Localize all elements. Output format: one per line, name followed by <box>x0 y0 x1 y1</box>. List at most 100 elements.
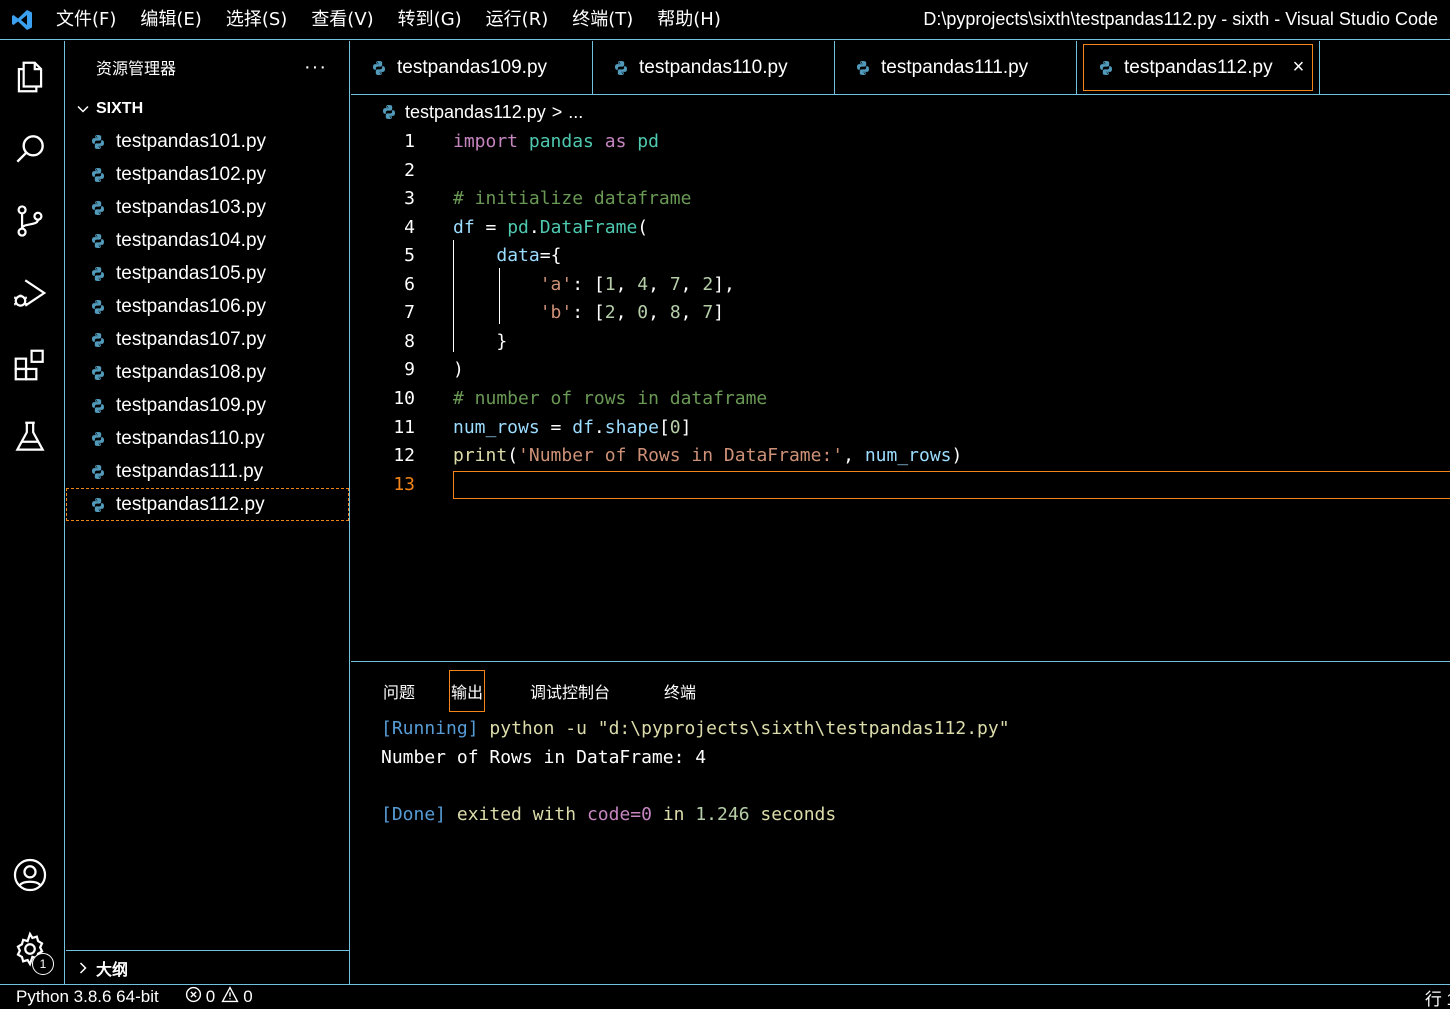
file-item[interactable]: testpandas108.py <box>66 356 349 389</box>
code-text: data={ <box>496 245 562 267</box>
file-item[interactable]: testpandas101.py <box>66 125 349 158</box>
line-number: 6 <box>404 273 415 295</box>
breadcrumb-symbol[interactable]: ... <box>568 102 583 123</box>
code-line: 3 # initialize dataframe <box>351 185 1450 213</box>
program-result: Number of Rows in DataFrame: 4 <box>381 746 707 768</box>
file-label: testpandas107.py <box>116 328 267 350</box>
run-command: python -u "d:\pyprojects\sixth\testpanda… <box>489 718 1010 739</box>
code-text: 'a': [1, 4, 7, 2], <box>539 273 735 295</box>
exit-code: code=0 <box>586 803 652 825</box>
code-text: # initialize dataframe <box>453 188 692 210</box>
python-file-icon <box>371 60 387 76</box>
search-icon[interactable] <box>8 127 52 171</box>
file-label: testpandas109.py <box>116 394 267 416</box>
line-number: 8 <box>404 330 415 352</box>
menu-edit[interactable]: 编辑(E) <box>128 0 213 40</box>
extensions-icon[interactable] <box>8 343 52 387</box>
menu-view[interactable]: 查看(V) <box>299 0 385 40</box>
code-line: 11 num_rows = df.shape[0] <box>351 414 1450 442</box>
file-label: testpandas111.py <box>116 460 264 482</box>
file-item[interactable]: testpandas106.py <box>66 290 349 323</box>
breadcrumb-separator: > <box>551 101 563 122</box>
status-bar: Python 3.8.6 64-bit 0 0 行 1 <box>0 984 1450 1009</box>
python-file-icon <box>90 299 106 315</box>
menu-help[interactable]: 帮助(H) <box>645 0 733 40</box>
editor-tab[interactable]: testpandas109.py <box>351 41 593 95</box>
line-number: 2 <box>404 159 415 181</box>
file-label: testpandas101.py <box>116 130 267 152</box>
code-line: 6 'a': [1, 4, 7, 2], <box>351 271 1450 299</box>
file-item[interactable]: testpandas103.py <box>66 191 349 224</box>
menu-selection[interactable]: 选择(S) <box>214 0 299 40</box>
editor-tab[interactable]: testpandas112.py × <box>1083 44 1313 91</box>
file-item[interactable]: testpandas109.py <box>66 389 349 422</box>
breadcrumb-file[interactable]: testpandas112.py <box>405 102 546 123</box>
explorer-header: 资源管理器 ··· <box>66 41 349 93</box>
outline-label: 大纲 <box>96 961 129 979</box>
warning-count: 0 <box>243 987 253 1006</box>
file-item[interactable]: testpandas112.py <box>66 488 349 521</box>
outline-section[interactable]: 大纲 <box>66 950 349 984</box>
problems-status[interactable]: 0 0 <box>185 986 253 1008</box>
code-text: ) <box>453 359 464 381</box>
code-text: # number of rows in dataframe <box>453 387 768 409</box>
code-line: 12 print('Number of Rows in DataFrame:', … <box>351 442 1450 470</box>
line-number: 9 <box>404 359 415 381</box>
files-icon[interactable] <box>8 55 52 99</box>
tab-output[interactable]: 输出 <box>449 670 486 712</box>
python-file-icon <box>613 60 629 76</box>
line-number: 3 <box>404 188 415 210</box>
file-item[interactable]: testpandas104.py <box>66 224 349 257</box>
menu-bar: 文件(F) 编辑(E) 选择(S) 查看(V) 转到(G) 运行(R) 终端(T… <box>44 0 733 40</box>
file-item[interactable]: testpandas107.py <box>66 323 349 356</box>
code-line: 5 data={ <box>351 242 1450 270</box>
code-line: 9) <box>351 356 1450 384</box>
line-number: 10 <box>393 387 415 409</box>
menu-run[interactable]: 运行(R) <box>474 0 561 40</box>
source-control-icon[interactable] <box>8 199 52 243</box>
settings-badge: 1 <box>32 953 54 975</box>
python-file-icon <box>381 104 397 120</box>
close-icon[interactable]: × <box>1293 56 1305 79</box>
python-interpreter[interactable]: Python 3.8.6 64-bit <box>16 987 159 1007</box>
explorer-sidebar: 资源管理器 ··· SIXTH testpandas101.py testpand… <box>66 41 350 984</box>
tab-terminal[interactable]: 终端 <box>654 670 706 712</box>
folder-sixth[interactable]: SIXTH <box>66 93 349 125</box>
tab-label: testpandas109.py <box>397 57 548 78</box>
cursor-position[interactable]: 行 1 <box>1425 985 1450 1009</box>
python-file-icon <box>90 365 106 381</box>
running-tag: [Running] <box>381 718 479 739</box>
code-editor[interactable]: 1 import pandas as pd 2 3 # initialize dataf… <box>351 128 1450 661</box>
tab-problems[interactable]: 问题 <box>373 670 425 712</box>
editor-tabs: testpandas109.py testpandas110.py testpand… <box>351 41 1450 95</box>
python-file-icon <box>90 134 106 150</box>
account-icon[interactable] <box>8 853 52 897</box>
file-item[interactable]: testpandas111.py <box>66 455 349 488</box>
line-number: 11 <box>393 416 415 438</box>
code-line: 2 <box>351 157 1450 185</box>
editor-tab[interactable]: testpandas111.py <box>835 41 1077 95</box>
python-file-icon <box>90 200 106 216</box>
menu-file[interactable]: 文件(F) <box>44 0 128 40</box>
menu-terminal[interactable]: 终端(T) <box>560 0 645 40</box>
code-line: 13 <box>351 470 1450 499</box>
file-label: testpandas110.py <box>116 427 265 449</box>
tab-debug-console[interactable]: 调试控制台 <box>520 670 620 712</box>
menu-go[interactable]: 转到(G) <box>386 0 474 40</box>
panel-tabs: 问题 输出 调试控制台 终端 <box>373 670 740 712</box>
run-debug-icon[interactable] <box>8 271 52 315</box>
settings-gear-icon[interactable]: 1 <box>8 927 54 975</box>
testing-icon[interactable] <box>8 415 52 459</box>
code-line: 1 import pandas as pd <box>351 128 1450 156</box>
code-text: num_rows = df.shape[0] <box>453 416 692 438</box>
tab-label: testpandas111.py <box>881 57 1029 78</box>
file-item[interactable]: testpandas110.py <box>66 422 349 455</box>
file-item[interactable]: testpandas102.py <box>66 158 349 191</box>
file-label: testpandas112.py <box>116 493 265 515</box>
more-actions-icon[interactable]: ··· <box>304 56 327 79</box>
code-text: print('Number of Rows in DataFrame:', nu… <box>453 445 963 467</box>
editor-tab[interactable]: testpandas110.py <box>593 41 835 95</box>
file-label: testpandas105.py <box>116 262 267 284</box>
file-item[interactable]: testpandas105.py <box>66 257 349 290</box>
tab-label: testpandas110.py <box>639 57 788 78</box>
